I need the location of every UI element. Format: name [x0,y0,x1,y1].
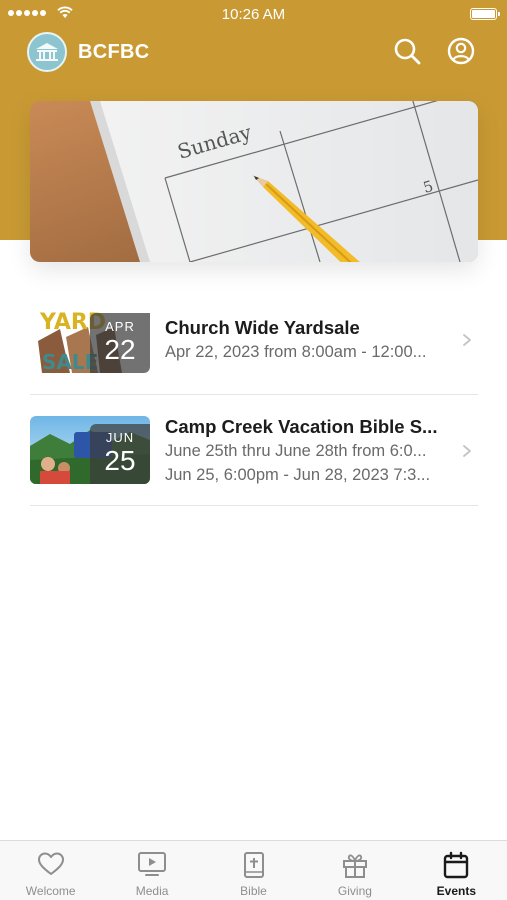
tab-giving[interactable]: Giving [304,841,405,900]
event-thumbnail: YARD SALE APR 22 [30,305,150,373]
tab-media[interactable]: Media [101,841,202,900]
tv-play-icon [138,852,167,876]
profile-icon[interactable] [446,36,476,66]
event-thumbnail: JUN 25 [30,416,150,484]
date-badge: APR 22 [90,313,150,373]
event-row-church-wide-yardsale[interactable]: YARD SALE APR 22 Church Wide Yardsale Ap… [30,283,478,395]
tab-label: Welcome [25,884,76,898]
church-logo[interactable] [27,32,67,72]
gift-icon [342,854,367,878]
date-badge-day: 25 [104,445,136,476]
church-building-icon [36,43,58,61]
date-badge: JUN 25 [90,424,150,484]
tab-events[interactable]: Events [406,841,507,900]
event-row-camp-creek-vbs[interactable]: JUN 25 Camp Creek Vacation Bible S... Ju… [30,394,478,506]
chevron-right-icon [463,334,471,346]
tab-label: Giving [337,884,372,898]
calendar-pencil-image: Sunday 5 [30,101,478,262]
tab-label: Bible [240,884,267,898]
event-date-line: Jun 25, 6:00pm - Jun 28, 2023 7:3... [165,466,431,484]
event-title: Camp Creek Vacation Bible S... [165,416,438,437]
search-icon[interactable] [392,36,422,66]
tab-bible[interactable]: Bible [203,841,304,900]
bible-icon [243,852,264,878]
app-title: BCFBC [78,41,150,63]
event-title: Church Wide Yardsale [165,317,360,338]
status-bar: 10:26 AM [0,0,507,28]
tab-label: Events [436,884,476,898]
bottom-tab-bar: Welcome Media Bible Giving Events [0,840,507,900]
hero-banner: Sunday 5 [30,101,478,262]
event-description-line: June 25th thru June 28th from 6:0... [165,442,427,460]
battery-icon [470,8,500,20]
date-badge-day: 22 [104,334,136,365]
event-date-line: Apr 22, 2023 from 8:00am - 12:00... [165,343,427,361]
date-badge-month: JUN [105,430,135,445]
chevron-right-icon [463,445,471,457]
heart-icon [37,852,64,875]
tab-label: Media [135,884,169,898]
status-time: 10:26 AM [221,6,286,23]
tab-welcome[interactable]: Welcome [0,841,101,900]
date-badge-month: APR [105,319,135,334]
calendar-icon [444,851,469,879]
